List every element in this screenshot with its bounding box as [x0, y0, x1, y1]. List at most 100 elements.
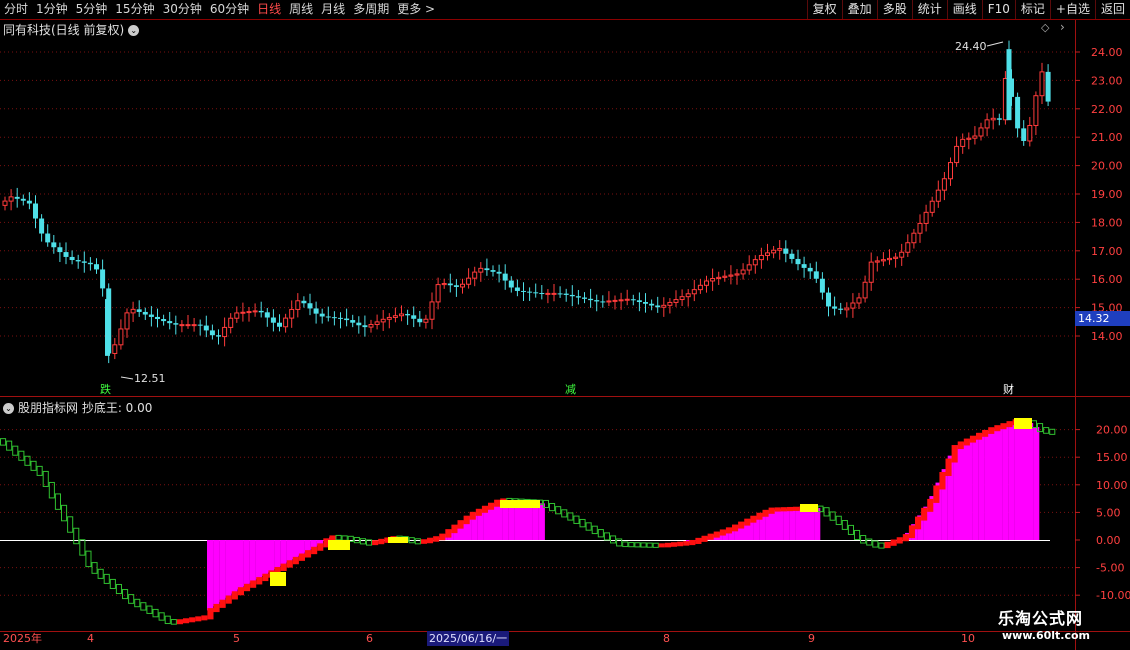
- candle-body: [575, 296, 581, 298]
- candle-body: [94, 264, 99, 270]
- indicator-step: [768, 507, 775, 514]
- indicator-step: [786, 506, 793, 512]
- indicator-step: [445, 529, 452, 538]
- candle-body: [740, 269, 746, 275]
- indicator-step: [292, 556, 299, 565]
- candle-body: [203, 325, 209, 331]
- indicator-step: [603, 532, 611, 541]
- indicator-bar: [286, 540, 293, 563]
- candle-body: [728, 274, 734, 277]
- candle-body: [917, 222, 923, 234]
- indicator-step: [494, 499, 501, 507]
- indicator-step: [671, 542, 678, 547]
- low-price-label: 12.51: [134, 372, 166, 385]
- candle-body: [130, 308, 136, 314]
- candle-body: [191, 324, 197, 327]
- high-price-arrow: [986, 41, 1004, 47]
- candle-body: [478, 267, 484, 273]
- candle-body: [136, 309, 142, 312]
- candle-body: [887, 257, 892, 261]
- indicator-step: [701, 535, 708, 542]
- indicator-peak-mark: [500, 500, 540, 508]
- indicator-step: [908, 525, 915, 539]
- candle-body: [514, 287, 520, 291]
- indicator-step: [164, 615, 171, 625]
- indicator-step: [372, 540, 379, 546]
- candle-body: [362, 325, 368, 328]
- indicator-step: [414, 538, 421, 545]
- candle-body: [331, 317, 337, 319]
- chart-frame: [0, 20, 1130, 650]
- indicator-step: [42, 470, 49, 487]
- indicator-step: [756, 512, 763, 520]
- candle-body: [167, 321, 173, 324]
- candle-body: [33, 203, 38, 219]
- diamond-icon[interactable]: ◇: [1041, 22, 1053, 34]
- indicator-step: [6, 440, 13, 451]
- indicator-step: [939, 471, 946, 490]
- candle-body: [344, 318, 350, 321]
- candle-body: [704, 280, 709, 286]
- candle-body: [356, 322, 362, 326]
- candle-body: [941, 178, 947, 191]
- indicator-bar: [1033, 427, 1040, 540]
- candle-body: [490, 270, 496, 272]
- candle-body: [661, 304, 667, 308]
- indicator-step: [738, 521, 745, 529]
- candle-body: [81, 261, 87, 263]
- current-price-tag: 14.32: [1075, 311, 1130, 326]
- indicator-step: [103, 573, 110, 584]
- candle-body: [423, 318, 429, 323]
- indicator-step: [884, 541, 891, 549]
- indicator-step: [439, 533, 446, 541]
- indicator-step: [48, 481, 55, 499]
- indicator-step: [988, 427, 995, 434]
- indicator-bar: [1020, 422, 1028, 540]
- date-label-may: 5: [233, 632, 240, 645]
- indicator-bar: [978, 433, 985, 540]
- candle-body: [600, 301, 606, 303]
- indicator-step: [725, 527, 732, 534]
- candle-body: [338, 317, 343, 319]
- indicator-step: [707, 533, 714, 540]
- indicator-step: [280, 563, 287, 571]
- chevron-right-icon[interactable]: ›: [1060, 21, 1072, 33]
- chevron-down-icon[interactable]: ⌄: [128, 25, 140, 36]
- candle-body: [752, 259, 758, 266]
- candle-body: [801, 264, 807, 268]
- indicator-step: [774, 507, 781, 512]
- indicator-axis: 20.00 15.00 10.00 5.00 0.00 -5.00 -10.00: [1075, 424, 1130, 602]
- candle-body: [807, 267, 813, 272]
- candle-body: [826, 292, 831, 307]
- date-axis: 2025年 4 5 6 8 9 10: [0, 631, 1075, 650]
- indicator-step: [915, 516, 922, 530]
- candle-body: [2, 200, 8, 206]
- indicator-step: [927, 498, 934, 512]
- candle-body: [453, 285, 459, 287]
- indicator-step: [250, 580, 257, 588]
- indicator-step: [658, 543, 665, 548]
- candle-body: [771, 249, 777, 254]
- candle-body: [1033, 95, 1039, 126]
- candle-body: [563, 293, 569, 295]
- price-tick-label: 24.00: [1091, 46, 1123, 59]
- indicator-bar: [231, 540, 238, 594]
- indicator-step: [622, 541, 629, 548]
- indicator-step: [79, 539, 86, 556]
- candle-body: [252, 310, 258, 313]
- indicator-step: [30, 460, 37, 471]
- candle-body: [722, 275, 728, 278]
- chevron-down-icon[interactable]: ⌄: [3, 403, 14, 414]
- chart-canvas[interactable]: 24.00 23.00 22.00 21.00 20.00 19.00 18.00 17.00…: [0, 0, 1130, 650]
- candle-body: [270, 317, 276, 323]
- indicator-step: [183, 618, 190, 624]
- date-label-oct: 10: [961, 632, 975, 645]
- candle-body: [216, 335, 221, 337]
- indicator-step: [54, 493, 62, 510]
- candle-body: [557, 293, 563, 295]
- candle-body: [112, 344, 118, 354]
- watermark-title: 乐淘公式网: [998, 609, 1084, 628]
- candle-body: [643, 302, 648, 304]
- indicator-step: [97, 568, 104, 579]
- indicator-step: [902, 534, 909, 542]
